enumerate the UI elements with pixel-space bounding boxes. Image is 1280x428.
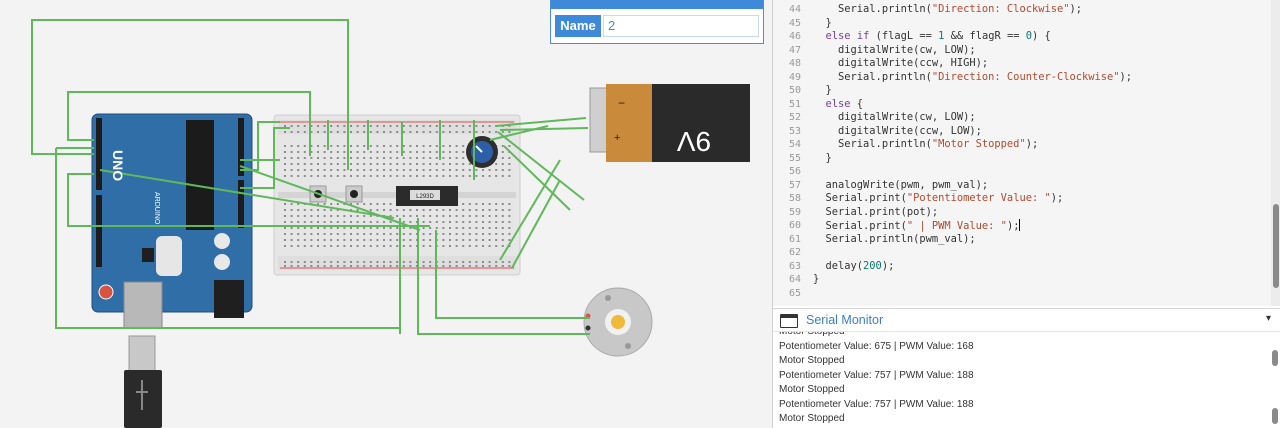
line-number: 49 <box>788 71 801 83</box>
serial-monitor-icon <box>780 314 798 328</box>
line-number: 45 <box>788 17 801 29</box>
line-number: 53 <box>788 125 801 137</box>
code-line[interactable]: Serial.print(" | PWM Value: "); <box>813 219 1021 233</box>
code-line[interactable]: digitalWrite(ccw, HIGH); <box>813 57 988 71</box>
code-line[interactable]: Serial.print("Potentiometer Value: "); <box>813 192 1064 206</box>
code-line[interactable]: Serial.println("Direction: Clockwise"); <box>813 3 1082 17</box>
code-line[interactable]: Serial.println(pwm_val); <box>813 233 976 247</box>
serial-output-line: Motor Stopped <box>779 355 845 366</box>
line-number: 59 <box>788 206 801 218</box>
arduino-brand: ARDUINO <box>153 192 160 225</box>
line-number: 56 <box>788 166 801 177</box>
name-inspector-panel: Name 2 <box>550 0 764 44</box>
serial-output-line: Potentiometer Value: 675 | PWM Value: 16… <box>779 340 974 352</box>
line-number: 60 <box>788 220 801 231</box>
serial-output-line: Motor Stopped <box>779 332 845 340</box>
arduino-logo: UNO <box>110 150 126 182</box>
serial-scrollbar-thumb[interactable] <box>1272 350 1278 366</box>
line-number: 44 <box>788 4 801 15</box>
code-line[interactable]: analogWrite(pwm, pwm_val); <box>813 179 989 193</box>
code-line[interactable]: } <box>813 273 819 287</box>
battery-plus-label: + <box>614 132 620 144</box>
name-label: Name <box>555 15 601 37</box>
line-number: 61 <box>788 233 801 245</box>
serial-scrollbar-thumb-lower[interactable] <box>1272 408 1278 424</box>
line-number: 62 <box>788 247 801 258</box>
chevron-down-icon[interactable]: ▾ <box>1266 313 1271 324</box>
serial-monitor-title[interactable]: Serial Monitor <box>806 313 883 327</box>
potentiometer[interactable] <box>466 136 498 168</box>
line-number: 58 <box>788 193 801 204</box>
text-cursor <box>1019 219 1021 231</box>
battery-9v[interactable]: − + 9V <box>589 84 750 162</box>
code-line[interactable]: Serial.println("Direction: Counter-Clock… <box>813 71 1132 85</box>
line-number: 52 <box>788 112 801 123</box>
circuit-canvas[interactable]: L293D − + 9V UNO ARDUINO Name 2 <box>0 0 772 428</box>
code-line[interactable]: Serial.print(pot); <box>813 206 939 220</box>
line-number: 64 <box>788 274 801 285</box>
serial-monitor-header[interactable]: Serial Monitor ▾ <box>773 308 1280 332</box>
code-panel: 44 45 46 47 48 49 50 51 52 53 54 55 56 57 58 59 60 61 62 63… <box>772 0 1280 428</box>
code-line[interactable]: } <box>813 17 832 31</box>
line-number: 47 <box>788 44 801 56</box>
editor-scrollbar-thumb[interactable] <box>1273 204 1279 288</box>
usb-cable[interactable] <box>124 335 162 428</box>
line-number: 50 <box>788 85 801 96</box>
battery-voltage-label: 9V <box>677 126 712 157</box>
dc-motor[interactable] <box>583 287 653 357</box>
line-number: 65 <box>788 287 801 299</box>
line-number: 48 <box>788 58 801 69</box>
line-number: 51 <box>788 98 801 110</box>
editor-scrollbar[interactable] <box>1271 0 1280 306</box>
battery-minus-label: − <box>618 96 625 110</box>
code-line[interactable]: else { <box>813 98 864 112</box>
line-number: 55 <box>788 152 801 164</box>
line-number: 46 <box>788 31 801 42</box>
code-line[interactable]: digitalWrite(ccw, LOW); <box>813 125 982 139</box>
line-number: 54 <box>788 139 801 150</box>
code-line[interactable]: digitalWrite(cw, LOW); <box>813 111 976 125</box>
arduino-board[interactable] <box>91 113 253 329</box>
serial-output-line: Motor Stopped <box>779 413 845 424</box>
name-input[interactable]: 2 <box>603 15 759 37</box>
code-line[interactable]: } <box>813 84 832 98</box>
line-number: 63 <box>788 260 801 272</box>
code-editor[interactable]: 44 45 46 47 48 49 50 51 52 53 54 55 56 57 58 59 60 61 62 63… <box>773 0 1280 306</box>
inspector-header-bar <box>551 0 763 9</box>
l293d-chip[interactable]: L293D <box>396 186 458 206</box>
push-button-right[interactable] <box>345 185 363 203</box>
serial-scrollbar[interactable] <box>1272 332 1278 428</box>
serial-monitor-output: Motor StoppedPotentiometer Value: 675 | … <box>773 332 1280 428</box>
code-line[interactable]: Serial.println("Motor Stopped"); <box>813 138 1038 152</box>
code-line[interactable]: else if (flagL == 1 && flagR == 0) { <box>813 30 1051 44</box>
circuit-diagram[interactable]: L293D − + 9V <box>0 0 772 428</box>
chip-label: L293D <box>416 194 434 200</box>
line-number: 57 <box>788 179 801 191</box>
code-line[interactable]: } <box>813 152 832 166</box>
serial-output-line: Potentiometer Value: 757 | PWM Value: 18… <box>779 369 974 381</box>
code-line[interactable]: delay(200); <box>813 260 895 274</box>
serial-output-line: Potentiometer Value: 757 | PWM Value: 18… <box>779 398 974 410</box>
line-number-gutter: 44 45 46 47 48 49 50 51 52 53 54 55 56 57 58 59 60 61 62 63… <box>773 0 805 306</box>
serial-output-line: Motor Stopped <box>779 384 845 395</box>
code-line[interactable]: digitalWrite(cw, LOW); <box>813 44 976 58</box>
